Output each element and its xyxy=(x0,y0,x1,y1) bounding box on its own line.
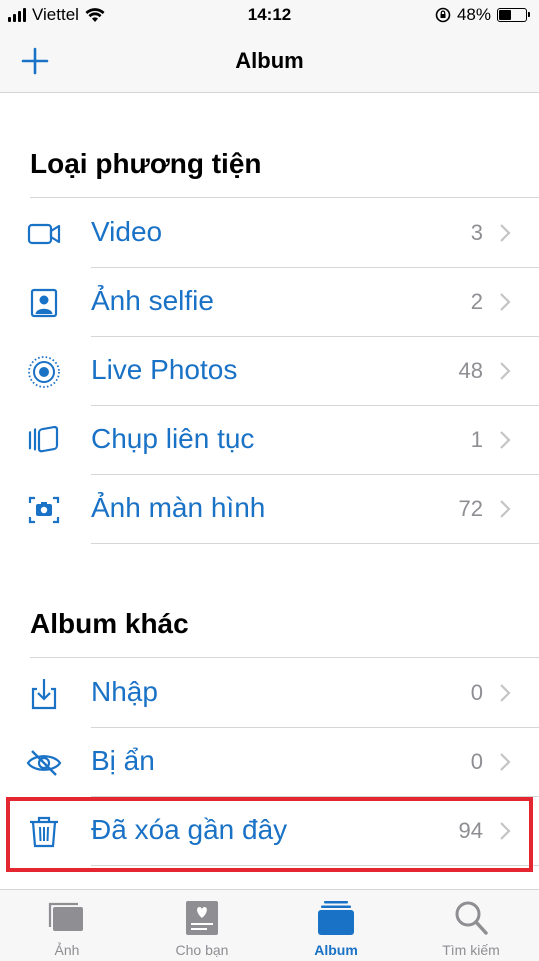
divider xyxy=(91,543,539,544)
search-tab-icon xyxy=(455,901,488,935)
row-count: 2 xyxy=(470,289,483,314)
video-icon xyxy=(27,223,61,245)
row-video[interactable]: Video 3 xyxy=(0,199,539,268)
albums-tab-icon xyxy=(318,901,354,935)
tab-label: Tìm kiếm xyxy=(442,942,500,958)
chevron-right-icon xyxy=(500,684,511,702)
for-you-tab-icon xyxy=(186,901,218,935)
tab-photos[interactable]: Ảnh xyxy=(0,890,134,961)
page-title: Album xyxy=(235,48,304,73)
row-hidden[interactable]: Bị ẩn 0 xyxy=(0,728,539,797)
row-count: 3 xyxy=(470,220,483,245)
nav-bar: Album xyxy=(0,32,539,93)
battery-group: 48% xyxy=(435,5,530,25)
tab-label: Ảnh xyxy=(54,942,80,958)
tab-label: Cho bạn xyxy=(175,942,229,958)
row-screenshots[interactable]: Ảnh màn hình 72 xyxy=(0,475,539,544)
chevron-right-icon xyxy=(500,293,511,311)
section-title-media-types: Loại phương tiện xyxy=(30,148,262,179)
row-count: 0 xyxy=(470,749,483,774)
burst-icon xyxy=(28,425,59,453)
row-burst[interactable]: Chụp liên tục 1 xyxy=(0,406,539,475)
divider xyxy=(30,657,539,658)
row-label: Live Photos xyxy=(91,354,238,385)
orientation-lock-icon xyxy=(435,7,451,23)
photos-tab-icon xyxy=(48,902,83,931)
screenshot-icon xyxy=(28,496,60,524)
row-label: Ảnh selfie xyxy=(91,285,214,316)
row-imports[interactable]: Nhập 0 xyxy=(0,659,539,728)
row-label: Video xyxy=(91,216,163,247)
row-count: 94 xyxy=(458,818,483,843)
status-bar: Viettel 14:12 48% xyxy=(0,0,539,32)
trash-icon xyxy=(30,816,58,848)
live-photos-icon xyxy=(28,356,60,388)
row-label: Ảnh màn hình xyxy=(91,492,266,523)
hidden-icon xyxy=(26,750,62,776)
row-label: Chụp liên tục xyxy=(91,423,255,454)
row-label: Đã xóa gần đây xyxy=(91,814,288,845)
row-label: Bị ẩn xyxy=(91,745,155,776)
chevron-right-icon xyxy=(500,500,511,518)
chevron-right-icon xyxy=(500,753,511,771)
row-count: 0 xyxy=(470,680,483,705)
tab-label: Album xyxy=(314,942,358,958)
battery-icon xyxy=(497,8,530,22)
row-count: 72 xyxy=(458,496,483,521)
row-count: 48 xyxy=(458,358,483,383)
divider xyxy=(91,865,539,866)
chevron-right-icon xyxy=(500,431,511,449)
section-title-other-albums: Album khác xyxy=(30,608,189,639)
row-count: 1 xyxy=(470,427,483,452)
tab-search[interactable]: Tìm kiếm xyxy=(404,890,538,961)
tab-bar: Ảnh Cho bạn Album Tìm kiếm xyxy=(0,889,539,961)
chevron-right-icon xyxy=(500,224,511,242)
row-selfies[interactable]: Ảnh selfie 2 xyxy=(0,268,539,337)
row-recently-deleted[interactable]: Đã xóa gần đây 94 xyxy=(0,797,539,866)
import-icon xyxy=(31,679,57,710)
selfie-icon xyxy=(30,288,58,318)
chevron-right-icon xyxy=(500,362,511,380)
chevron-right-icon xyxy=(500,822,511,840)
divider xyxy=(30,197,539,198)
plus-icon[interactable] xyxy=(20,46,50,76)
battery-percent: 48% xyxy=(456,5,491,24)
row-label: Nhập xyxy=(91,676,158,707)
tab-for-you[interactable]: Cho bạn xyxy=(135,890,269,961)
tab-albums[interactable]: Album xyxy=(269,890,403,961)
row-live-photos[interactable]: Live Photos 48 xyxy=(0,337,539,406)
